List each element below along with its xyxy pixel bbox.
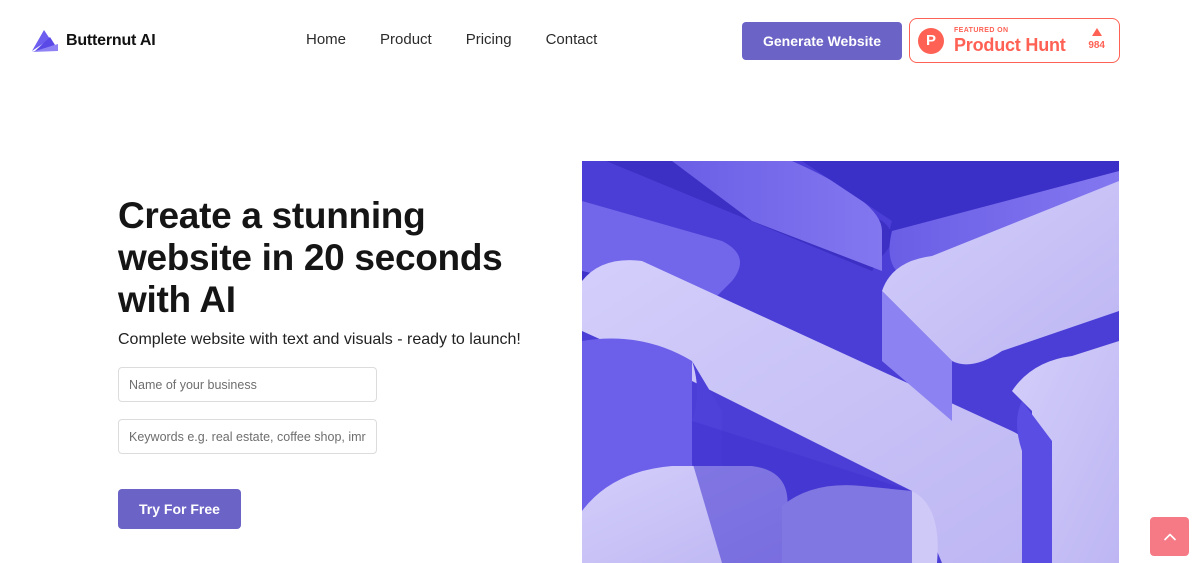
site-header: Butternut AI Home Product Pricing Contac… xyxy=(0,0,1200,82)
brand-name: Butternut AI xyxy=(66,32,156,49)
generate-website-button[interactable]: Generate Website xyxy=(742,22,902,60)
nav-item-pricing[interactable]: Pricing xyxy=(466,31,512,48)
scroll-to-top-button[interactable] xyxy=(1150,517,1189,556)
nav-item-product[interactable]: Product xyxy=(380,31,432,48)
try-for-free-button[interactable]: Try For Free xyxy=(118,489,241,529)
hero-image xyxy=(582,161,1119,563)
product-hunt-logo-icon: P xyxy=(918,27,944,54)
hero-title: Create a stunning website in 20 seconds … xyxy=(118,195,503,320)
business-name-input[interactable] xyxy=(118,367,377,402)
product-hunt-featured-label: FEATURED ON xyxy=(954,27,1009,34)
upvote-arrow-icon xyxy=(1091,28,1102,36)
chevron-up-icon xyxy=(1163,533,1176,540)
abstract-3d-blocks-illustration xyxy=(582,161,1119,563)
brand-link[interactable]: Butternut AI xyxy=(30,27,156,55)
keywords-input[interactable] xyxy=(118,419,377,454)
product-hunt-name: Product Hunt xyxy=(954,35,1066,55)
product-hunt-votes: 984 xyxy=(1088,28,1105,51)
nav-item-home[interactable]: Home xyxy=(306,31,346,48)
hero-subtitle: Complete website with text and visuals -… xyxy=(118,331,521,348)
main-nav: Home Product Pricing Contact xyxy=(306,31,597,48)
product-hunt-badge[interactable]: P FEATURED ON Product Hunt 984 xyxy=(909,18,1120,63)
brand-logo-icon xyxy=(32,30,58,52)
product-hunt-text: FEATURED ON Product Hunt xyxy=(954,27,1066,54)
product-hunt-vote-count: 984 xyxy=(1088,40,1105,51)
nav-item-contact[interactable]: Contact xyxy=(546,31,598,48)
